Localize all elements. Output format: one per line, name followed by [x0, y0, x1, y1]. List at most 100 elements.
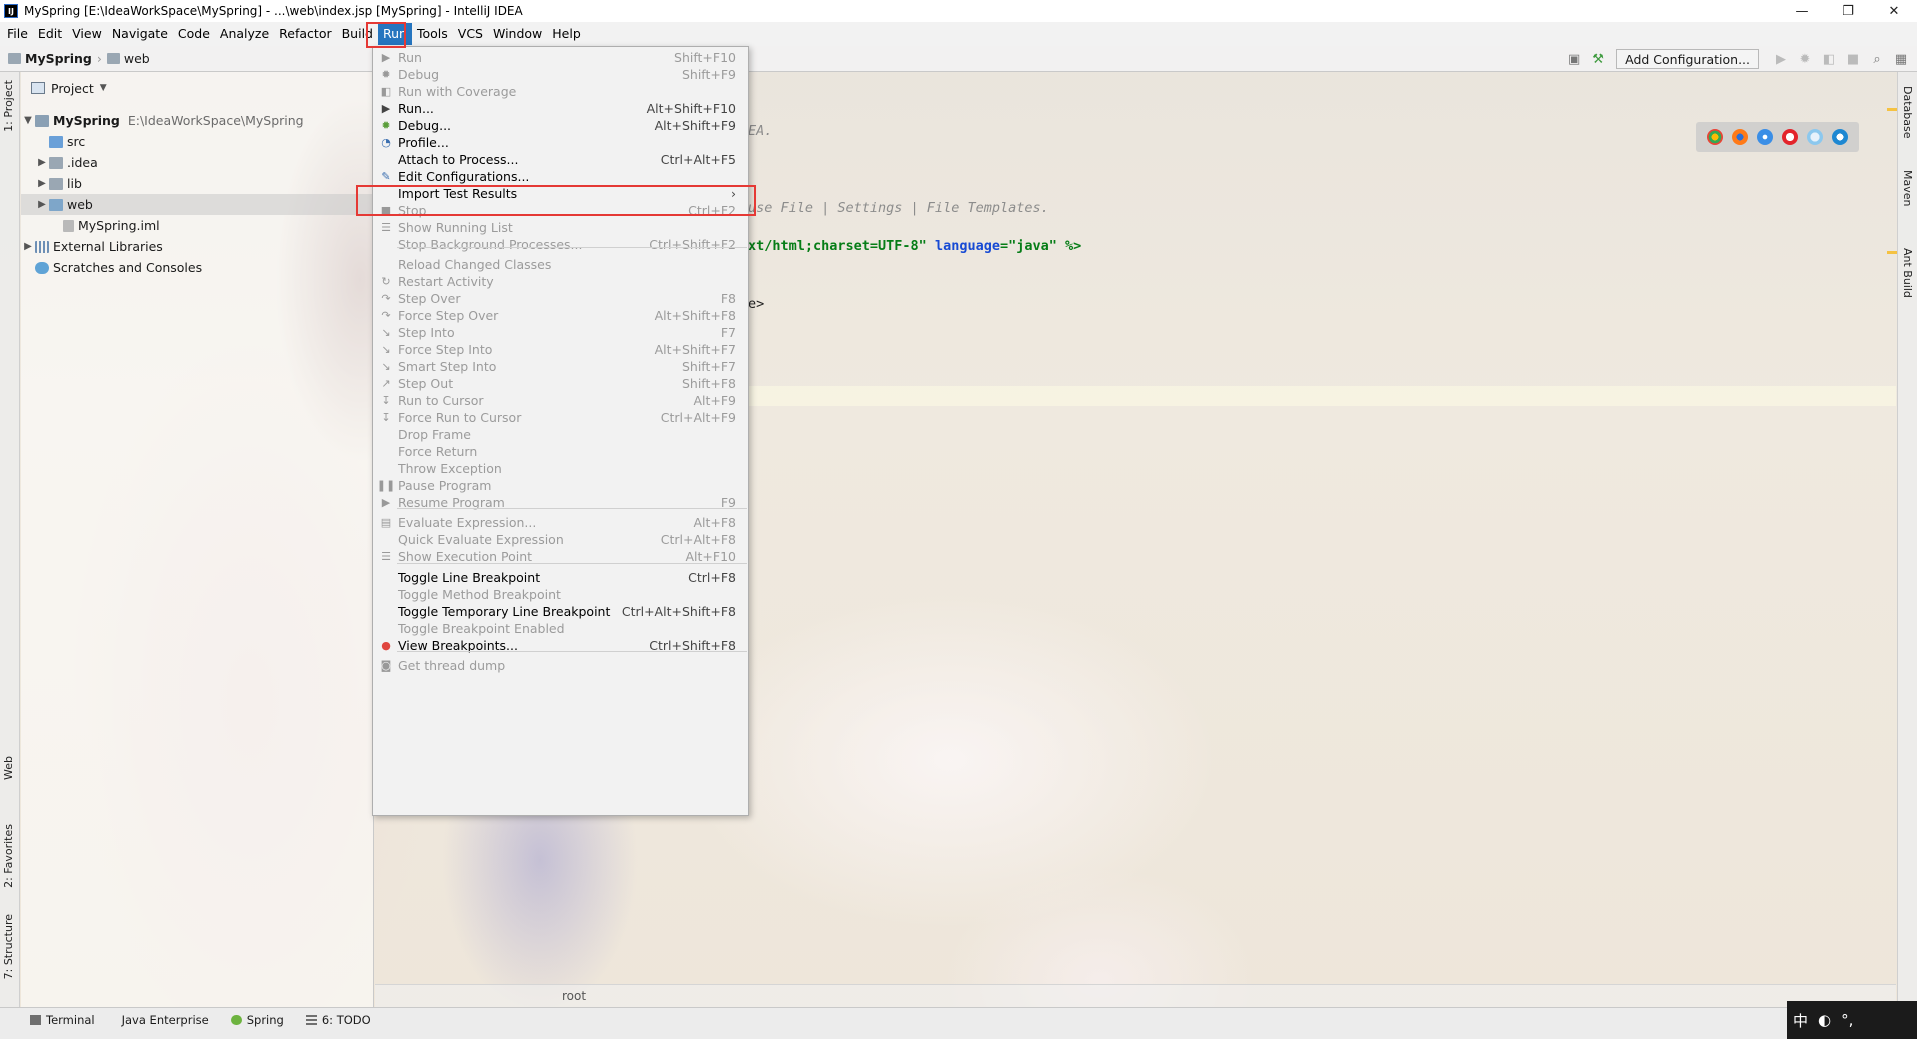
stop-icon[interactable]: ■ — [1843, 49, 1863, 69]
tree-item-label: src — [67, 134, 86, 149]
menu-icon-placeholder — [378, 153, 394, 167]
tree-item-lib[interactable]: ▶ lib — [35, 173, 82, 194]
tree-item-label: External Libraries — [53, 239, 163, 254]
chevron-right-icon[interactable]: ▶ — [35, 178, 49, 189]
tree-item-web[interactable]: ▶ web — [21, 194, 373, 215]
run-menu-item-shortcut: Ctrl+Shift+F2 — [649, 237, 736, 252]
project-panel-header[interactable]: Project ▼ — [21, 72, 373, 104]
tab-database[interactable]: Database — [1901, 86, 1914, 139]
breadcrumb-project[interactable]: MySpring — [25, 51, 92, 66]
tree-item-label: lib — [67, 176, 82, 191]
layout-icon[interactable]: ▣ — [1564, 49, 1584, 69]
warning-marker[interactable] — [1887, 108, 1897, 111]
run-menu-item-label: Run — [398, 50, 422, 65]
tab-web[interactable]: Web — [2, 756, 15, 780]
menu-navigate[interactable]: Navigate — [107, 23, 173, 45]
chevron-down-icon[interactable]: ▼ — [21, 115, 35, 126]
chrome-icon[interactable] — [1706, 129, 1723, 145]
tab-structure[interactable]: 7: Structure — [2, 914, 15, 979]
menu-icon-placeholder — [378, 622, 394, 636]
restore-button[interactable]: ❐ — [1825, 0, 1871, 22]
menu-analyze[interactable]: Analyze — [215, 23, 274, 45]
run-icon: ▶ — [381, 102, 391, 115]
chevron-down-icon[interactable]: ▼ — [100, 83, 107, 93]
code-line[interactable]: xt/html;charset=UTF-8" language="java" %… — [748, 238, 1081, 254]
error-stripe-marker[interactable] — [1887, 251, 1897, 254]
menu-code[interactable]: Code — [173, 23, 215, 45]
source-folder-icon — [49, 135, 63, 148]
run-menu-item-label: Throw Exception — [398, 461, 502, 476]
tab-project[interactable]: 1: Project — [2, 80, 15, 132]
ie-icon[interactable] — [1807, 129, 1824, 145]
run-menu-item-label: Run with Coverage — [398, 84, 517, 99]
code-line[interactable]: use File | Settings | File Templates. — [748, 200, 1049, 216]
menu-edit[interactable]: Edit — [33, 23, 67, 45]
tree-item-scratches[interactable]: Scratches and Consoles — [35, 257, 202, 278]
menu-view[interactable]: View — [67, 23, 107, 45]
tree-item-external-libraries[interactable]: ▶ External Libraries — [21, 236, 163, 257]
run-menu-item-label: Show Execution Point — [398, 549, 533, 564]
project-panel-title[interactable]: Project — [51, 81, 94, 96]
tab-todo[interactable]: 6: TODO — [305, 1013, 371, 1027]
project-structure-icon[interactable]: ▦ — [1891, 49, 1911, 69]
menu-help[interactable]: Help — [547, 23, 586, 45]
tab-ant-build[interactable]: Ant Build — [1901, 248, 1914, 298]
ime-indicator[interactable]: 中 ◐ °, — [1787, 1001, 1917, 1039]
tree-item-iml[interactable]: MySpring.iml — [63, 215, 160, 236]
run-menu-item-label: Quick Evaluate Expression — [398, 532, 564, 547]
run-menu-item-shortcut: F8 — [720, 291, 736, 306]
close-button[interactable]: ✕ — [1871, 0, 1917, 22]
coverage-icon[interactable]: ◧ — [1819, 49, 1839, 69]
chevron-right-icon[interactable]: ▶ — [21, 241, 35, 252]
minimize-button[interactable]: — — [1779, 0, 1825, 22]
edge-icon[interactable] — [1832, 129, 1849, 145]
breadcrumb-folder[interactable]: web — [124, 51, 150, 66]
menu-window[interactable]: Window — [488, 23, 547, 45]
menu-tools[interactable]: Tools — [412, 23, 453, 45]
libraries-icon — [35, 240, 49, 253]
menu-refactor[interactable]: Refactor — [274, 23, 336, 45]
run-menu-item-label: Evaluate Expression... — [398, 515, 537, 530]
tree-item-idea[interactable]: ▶ .idea — [35, 152, 98, 173]
code-line[interactable]: e> — [748, 296, 764, 312]
add-configuration-button[interactable]: Add Configuration... — [1616, 49, 1759, 69]
safari-icon[interactable] — [1756, 129, 1773, 145]
build-hammer-icon[interactable]: ⚒ — [1588, 49, 1608, 69]
debug-icon[interactable]: ✹ — [1795, 49, 1815, 69]
code-line[interactable]: EA. — [748, 123, 772, 139]
run-menu-item[interactable]: ● View Breakpoints... Ctrl+Shift+F8 — [373, 635, 748, 656]
tab-favorites[interactable]: 2: Favorites — [2, 824, 15, 888]
tree-root[interactable]: ▼ MySpring E:\IdeaWorkSpace\MySpring — [21, 110, 303, 131]
tree-item-src[interactable]: src — [49, 131, 85, 152]
menu-file[interactable]: File — [2, 23, 33, 45]
right-tool-stripe: Database Maven Ant Build — [1897, 72, 1917, 1007]
run-menu-item-label: Profile... — [398, 135, 449, 150]
tab-java-enterprise[interactable]: Java Enterprise — [117, 1013, 209, 1027]
menu-icon-placeholder — [378, 238, 394, 252]
search-icon[interactable]: ⌕ — [1867, 49, 1887, 69]
tree-root-label: MySpring — [53, 113, 120, 128]
run-menu-item-shortcut: Shift+F10 — [674, 50, 736, 65]
firefox-icon[interactable] — [1731, 129, 1748, 145]
run-menu-item-label: Debug... — [398, 118, 452, 133]
camera-icon: ◙ — [380, 659, 392, 672]
tab-maven[interactable]: Maven — [1901, 170, 1914, 206]
project-panel: Project ▼ ▼ MySpring E:\IdeaWorkSpace\My… — [21, 72, 374, 1007]
run-menu-item-shortcut: Alt+Shift+F9 — [654, 118, 736, 133]
editor-breadcrumb[interactable]: root — [562, 989, 586, 1003]
resume-icon: ▶ — [381, 496, 391, 509]
chevron-right-icon[interactable]: ▶ — [35, 157, 49, 168]
tab-spring[interactable]: Spring — [230, 1013, 284, 1027]
opera-icon[interactable] — [1782, 129, 1799, 145]
tab-terminal[interactable]: Terminal — [30, 1013, 95, 1027]
menu-icon-placeholder — [378, 445, 394, 459]
step-over-icon: ↷ — [381, 309, 391, 322]
run-menu-item-shortcut: Shift+F7 — [681, 359, 736, 374]
menu-vcs[interactable]: VCS — [453, 23, 488, 45]
window-title: MySpring [E:\IdeaWorkSpace\MySpring] - .… — [24, 4, 523, 18]
moon-icon: ◐ — [1818, 1011, 1832, 1029]
chevron-right-icon[interactable]: ▶ — [35, 199, 49, 210]
run-menu-item-shortcut: Shift+F9 — [681, 67, 736, 82]
code-string: xt/html;charset=UTF-8" — [748, 238, 927, 254]
run-icon[interactable]: ▶ — [1771, 49, 1791, 69]
